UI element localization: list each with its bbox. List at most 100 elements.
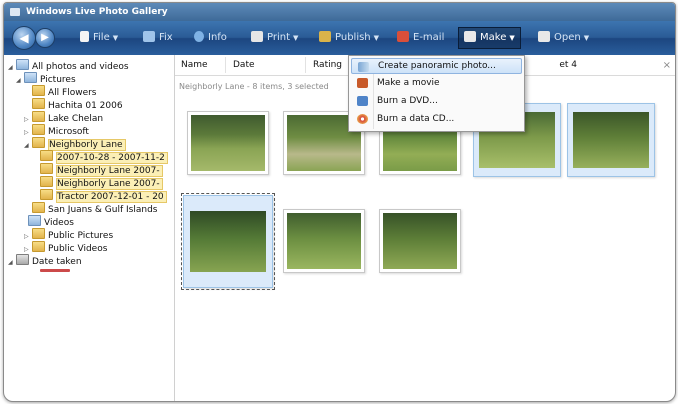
publish-label: Publish [335,32,371,43]
photo-gallery-window: Windows Live Photo Gallery ◀ ▶ File ▼ Fix… [3,2,676,402]
tree-label: Videos [44,218,74,228]
fix-icon [143,31,155,42]
fix-button[interactable]: Fix [143,29,173,47]
back-button[interactable]: ◀ [12,26,36,50]
navigation-tree: ◢ All photos and videos ◢ Pictures All Flo… [4,55,175,401]
column-separator [305,57,306,73]
tree-item-all-flowers[interactable]: All Flowers [32,85,97,98]
tree-label: Date taken [32,257,82,267]
email-icon [397,31,409,42]
file-label: File [93,32,110,43]
tree-item-neighborly-lane[interactable]: ◢ Neighborly Lane [24,137,126,152]
chevron-down-icon: ▼ [112,34,119,42]
tree-item-subfolder-1[interactable]: 2007-10-28 - 2007-11-2 [40,150,168,164]
folder-icon [24,72,37,83]
menu-item-create-panoramic[interactable]: Create panoramic photo... [351,58,522,74]
info-icon [194,31,204,42]
email-button[interactable]: E-mail [397,29,444,47]
window-title: Windows Live Photo Gallery [26,7,168,17]
app-icon [10,8,20,16]
info-button[interactable]: Info [194,29,227,47]
photo-thumbnail[interactable] [379,209,461,273]
tree-item-subfolder-3[interactable]: Neighborly Lane 2007- [40,176,163,190]
tree-label: Microsoft [48,127,89,137]
photo-thumbnail[interactable] [187,111,269,175]
title-bar: Windows Live Photo Gallery [4,3,675,21]
tree-item-subfolder-4[interactable]: Tractor 2007-12-01 - 20 [40,189,167,203]
column-separator [225,57,226,73]
chevron-down-icon: ▼ [509,34,515,42]
column-date[interactable]: Date [233,60,255,70]
make-icon [464,31,476,42]
folder-icon [32,228,45,239]
file-icon [80,31,89,42]
tree-item-microsoft[interactable]: ▷ Microsoft [24,124,89,137]
print-menu[interactable]: Print ▼ [251,29,298,47]
tree-label: Public Videos [48,244,108,254]
folder-icon [32,85,45,96]
tree-label: All photos and videos [32,62,129,72]
photo-image [573,112,649,168]
info-label: Info [208,32,227,43]
print-label: Print [267,32,291,43]
folder-icon [32,241,45,252]
folder-icon [32,111,45,122]
open-menu[interactable]: Open ▼ [538,29,589,47]
folder-icon [32,124,45,135]
tree-item-pictures[interactable]: ◢ Pictures [16,72,76,87]
make-dropdown-menu: Create panoramic photo... Make a movie B… [348,55,525,132]
chevron-down-icon: ▼ [373,34,380,42]
photo-thumbnail[interactable] [283,209,365,273]
tree-item-san-juans[interactable]: San Juans & Gulf Islands [32,202,157,215]
tree-label: Hachita 01 2006 [48,101,123,111]
tree-item-lake-chelan[interactable]: ▷ Lake Chelan [24,111,104,124]
dvd-icon [357,96,368,106]
expand-icon[interactable]: ◢ [8,257,16,269]
tree-item-all-photos[interactable]: ◢ All photos and videos [8,59,129,74]
folder-icon [32,202,45,213]
photos-icon [16,59,29,70]
panorama-icon [358,62,369,72]
photo-image [383,213,457,269]
forward-button[interactable]: ▶ [35,28,55,48]
folder-icon [40,163,53,174]
expand-icon[interactable]: ◢ [8,62,16,74]
expand-icon[interactable]: ◢ [16,75,24,87]
file-menu[interactable]: File ▼ [80,29,118,47]
folder-icon [32,137,45,148]
year-item-partial [40,269,70,272]
menu-item-label: Burn a data CD... [377,114,455,124]
tree-item-public-videos[interactable]: ▷ Public Videos [24,241,108,254]
photo-image [287,213,361,269]
folder-icon [40,150,53,161]
movie-icon [357,78,368,88]
tag-filter-text: et 4 [559,60,577,70]
publish-menu[interactable]: Publish ▼ [319,29,379,47]
photo-image [191,115,265,171]
photo-thumbnail-selected[interactable] [567,103,655,177]
tree-item-videos[interactable]: Videos [28,215,74,228]
make-label: Make [480,32,507,43]
tree-item-date-taken[interactable]: ◢ Date taken [8,254,82,269]
tree-item-public-pictures[interactable]: ▷ Public Pictures [24,228,114,241]
close-icon[interactable]: × [663,60,671,71]
photo-thumbnail-focused[interactable] [181,193,275,290]
column-name[interactable]: Name [181,60,208,70]
video-folder-icon [28,215,41,226]
expand-icon[interactable]: ◢ [24,140,32,152]
tree-item-subfolder-2[interactable]: Neighborly Lane 2007- [40,163,163,177]
menu-item-burn-cd[interactable]: Burn a data CD... [351,111,522,127]
menu-item-make-movie[interactable]: Make a movie [351,75,522,91]
column-rating[interactable]: Rating [313,60,342,70]
tree-item-hachita[interactable]: Hachita 01 2006 [32,98,123,111]
tree-label: Pictures [40,75,76,85]
make-menu[interactable]: Make ▼ [458,27,521,49]
chevron-down-icon: ▼ [293,34,299,42]
menu-item-burn-dvd[interactable]: Burn a DVD... [351,93,522,109]
calendar-icon [16,254,29,265]
folder-icon [40,189,53,200]
tree-label: All Flowers [48,88,97,98]
photo-image [190,211,266,272]
tree-label: Lake Chelan [48,114,104,124]
tree-label: Public Pictures [48,231,114,241]
